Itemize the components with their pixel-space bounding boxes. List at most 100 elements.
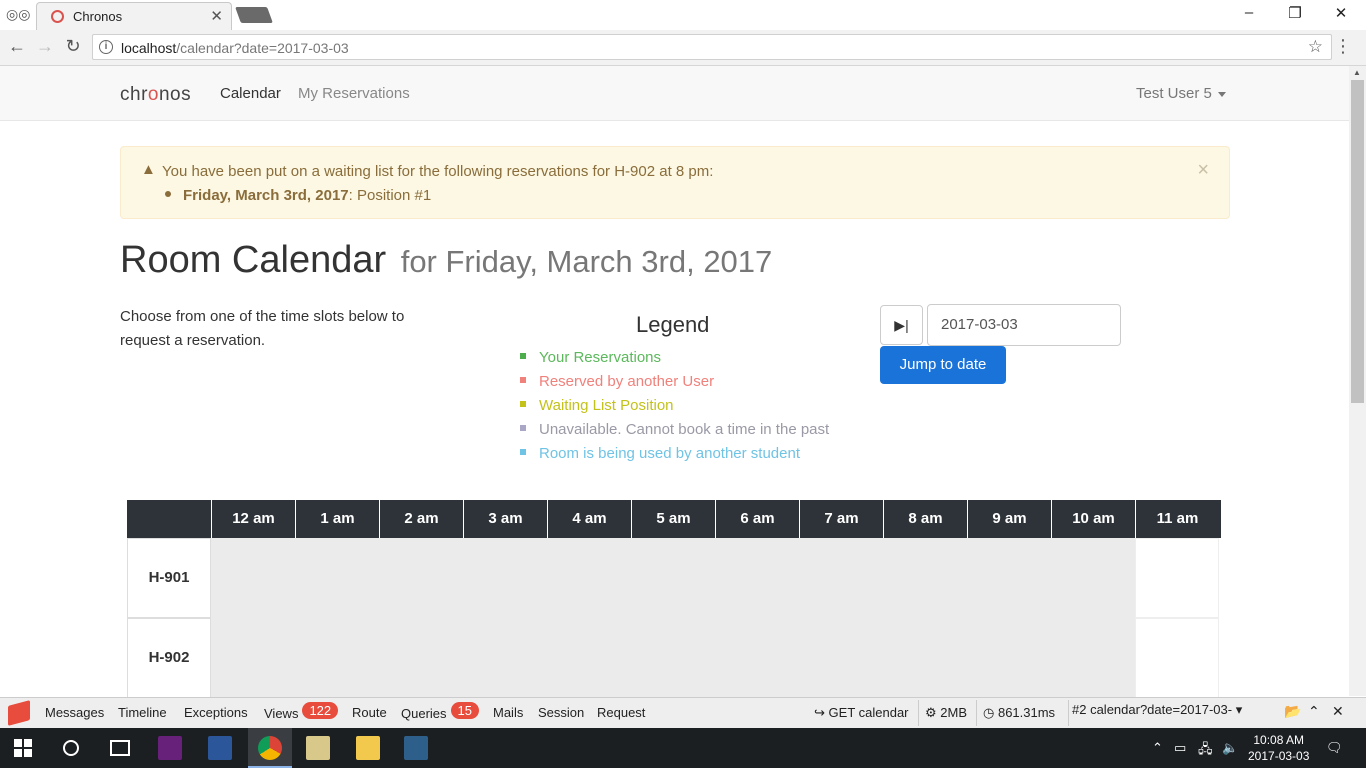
date-input[interactable]: 2017-03-03 — [927, 304, 1121, 346]
time-slot-unavailable — [211, 618, 295, 698]
legend-square-icon — [520, 401, 526, 408]
hour-header: 6 am — [715, 500, 799, 538]
user-menu[interactable]: Test User 5 — [1136, 85, 1226, 102]
system-clock[interactable]: 10:08 AM 2017-03-03 — [1248, 732, 1309, 764]
browser-toolbar: ← → ↻ i localhost/calendar?date=2017-03-… — [0, 30, 1366, 66]
maximize-icon[interactable]: ❐ — [1272, 4, 1318, 22]
time-slot-unavailable — [1051, 618, 1135, 698]
browser-tab[interactable]: Chronos ✕ — [36, 2, 232, 30]
clock-icon: ◷ — [983, 705, 995, 720]
debug-request-select[interactable]: #2 calendar?date=2017-03- ▾ — [1072, 702, 1272, 724]
page-title: Room Calendar for Friday, March 3rd, 201… — [120, 239, 773, 281]
time-slot-unavailable — [715, 618, 799, 698]
database-tool-icon[interactable] — [404, 736, 428, 760]
tab-close-icon[interactable]: ✕ — [210, 7, 223, 25]
legend-list: Your Reservations Reserved by another Us… — [520, 349, 829, 469]
debug-tab-request[interactable]: Request — [597, 705, 645, 720]
jump-to-date-button[interactable]: Jump to date — [880, 346, 1006, 384]
divider — [1068, 700, 1069, 726]
alert-item-date: Friday, March 3rd, 2017 — [183, 187, 349, 204]
word-icon[interactable] — [208, 736, 232, 760]
debug-tab-messages[interactable]: Messages — [45, 705, 104, 720]
legend-square-icon — [520, 377, 526, 384]
info-icon[interactable]: i — [99, 40, 113, 54]
page-scrollbar[interactable]: ▲ — [1349, 66, 1366, 696]
debugbar-logo-icon[interactable] — [8, 700, 30, 726]
address-bar[interactable]: i localhost/calendar?date=2017-03-03 ☆ — [92, 34, 1332, 60]
debug-tab-views[interactable]: Views 122 — [264, 702, 339, 721]
forward-icon[interactable]: → — [34, 36, 56, 57]
alert-close-icon[interactable]: × — [1197, 159, 1209, 182]
time-slot-unavailable — [295, 618, 379, 698]
notifications-icon[interactable]: 🗨 — [1326, 740, 1343, 756]
open-folder-icon[interactable]: 📂 — [1284, 703, 1301, 720]
debug-tab-session[interactable]: Session — [538, 705, 584, 720]
reload-icon[interactable]: ↻ — [62, 36, 84, 57]
time-slot-unavailable — [211, 538, 295, 618]
user-name: Test User 5 — [1136, 85, 1212, 102]
file-explorer-icon[interactable] — [356, 736, 380, 760]
time-slot-unavailable — [463, 618, 547, 698]
brand-logo[interactable]: chronos — [120, 84, 191, 106]
views-count-badge: 122 — [302, 702, 339, 719]
close-debugbar-icon[interactable]: ✕ — [1332, 703, 1344, 720]
legend-title: Legend — [636, 312, 710, 337]
debug-tab-exceptions[interactable]: Exceptions — [184, 705, 248, 720]
alert-list-item: Friday, March 3rd, 2017: Position #1 — [165, 187, 431, 204]
room-label: H-902 — [127, 618, 211, 698]
scroll-up-icon[interactable]: ▲ — [1353, 68, 1361, 77]
debug-bar: Messages Timeline Exceptions Views 122 Ro… — [0, 697, 1366, 728]
time-slot-unavailable — [631, 618, 715, 698]
bullet-icon — [165, 191, 171, 198]
os-taskbar: ⌃ ▭ 🖧 🔈 10:08 AM 2017-03-03 🗨 — [0, 728, 1366, 768]
cortana-search-icon[interactable] — [63, 740, 79, 756]
time-slot-unavailable — [883, 538, 967, 618]
volume-icon[interactable]: 🔈 — [1222, 740, 1238, 756]
chrome-icon[interactable] — [258, 736, 282, 760]
tray-chevron-icon[interactable]: ⌃ — [1152, 740, 1163, 756]
legend-item-your-reservations: Your Reservations — [520, 349, 829, 373]
alert-message: You have been put on a waiting list for … — [162, 163, 714, 180]
time-slot-available[interactable] — [1135, 618, 1219, 698]
bookmark-star-icon[interactable]: ☆ — [1308, 37, 1323, 57]
share-icon: ↪ — [814, 705, 825, 720]
paint-icon[interactable] — [306, 736, 330, 760]
queries-count-badge: 15 — [450, 702, 479, 719]
time-slot-unavailable — [547, 538, 631, 618]
app-navbar: chronos Calendar My Reservations Test Us… — [0, 66, 1349, 121]
warning-icon: ▲ — [141, 161, 156, 178]
legend-square-icon — [520, 425, 526, 432]
nav-calendar[interactable]: Calendar — [220, 85, 281, 102]
hour-header: 1 am — [295, 500, 379, 538]
visual-studio-icon[interactable] — [158, 736, 182, 760]
time-slot-unavailable — [883, 618, 967, 698]
nav-my-reservations[interactable]: My Reservations — [298, 85, 410, 102]
debug-tab-timeline[interactable]: Timeline — [118, 705, 167, 720]
new-tab-button[interactable] — [235, 7, 273, 23]
hour-header: 8 am — [883, 500, 967, 538]
legend-item-waiting-list: Waiting List Position — [520, 397, 829, 421]
scrollbar-thumb[interactable] — [1351, 80, 1364, 403]
close-window-icon[interactable]: ✕ — [1318, 4, 1364, 22]
browser-menu-icon[interactable]: ⋮ — [1334, 36, 1352, 57]
legend-square-icon — [520, 449, 526, 456]
favicon-icon — [51, 10, 64, 23]
debug-tab-route[interactable]: Route — [352, 705, 387, 720]
cogs-icon: ⚙ — [925, 705, 937, 720]
network-icon[interactable]: 🖧 — [1198, 740, 1213, 762]
hour-header: 11 am — [1135, 500, 1219, 538]
time-slot-available[interactable] — [1135, 538, 1219, 618]
back-icon[interactable]: ← — [6, 36, 28, 57]
minimize-icon[interactable]: – — [1226, 4, 1272, 21]
time-slot-unavailable — [967, 618, 1051, 698]
debug-time: ◷ 861.31ms — [983, 705, 1056, 720]
chevron-up-icon[interactable]: ⌃ — [1308, 703, 1320, 720]
task-view-icon[interactable] — [110, 740, 130, 756]
debug-tab-queries[interactable]: Queries 15 — [401, 702, 479, 721]
battery-icon[interactable]: ▭ — [1174, 740, 1186, 756]
debug-tab-mails[interactable]: Mails — [493, 705, 523, 720]
legend-square-icon — [520, 353, 526, 360]
waiting-list-alert: ▲ You have been put on a waiting list fo… — [120, 146, 1230, 219]
windows-start-icon[interactable] — [14, 739, 32, 757]
today-button[interactable]: ▶| — [880, 305, 923, 345]
